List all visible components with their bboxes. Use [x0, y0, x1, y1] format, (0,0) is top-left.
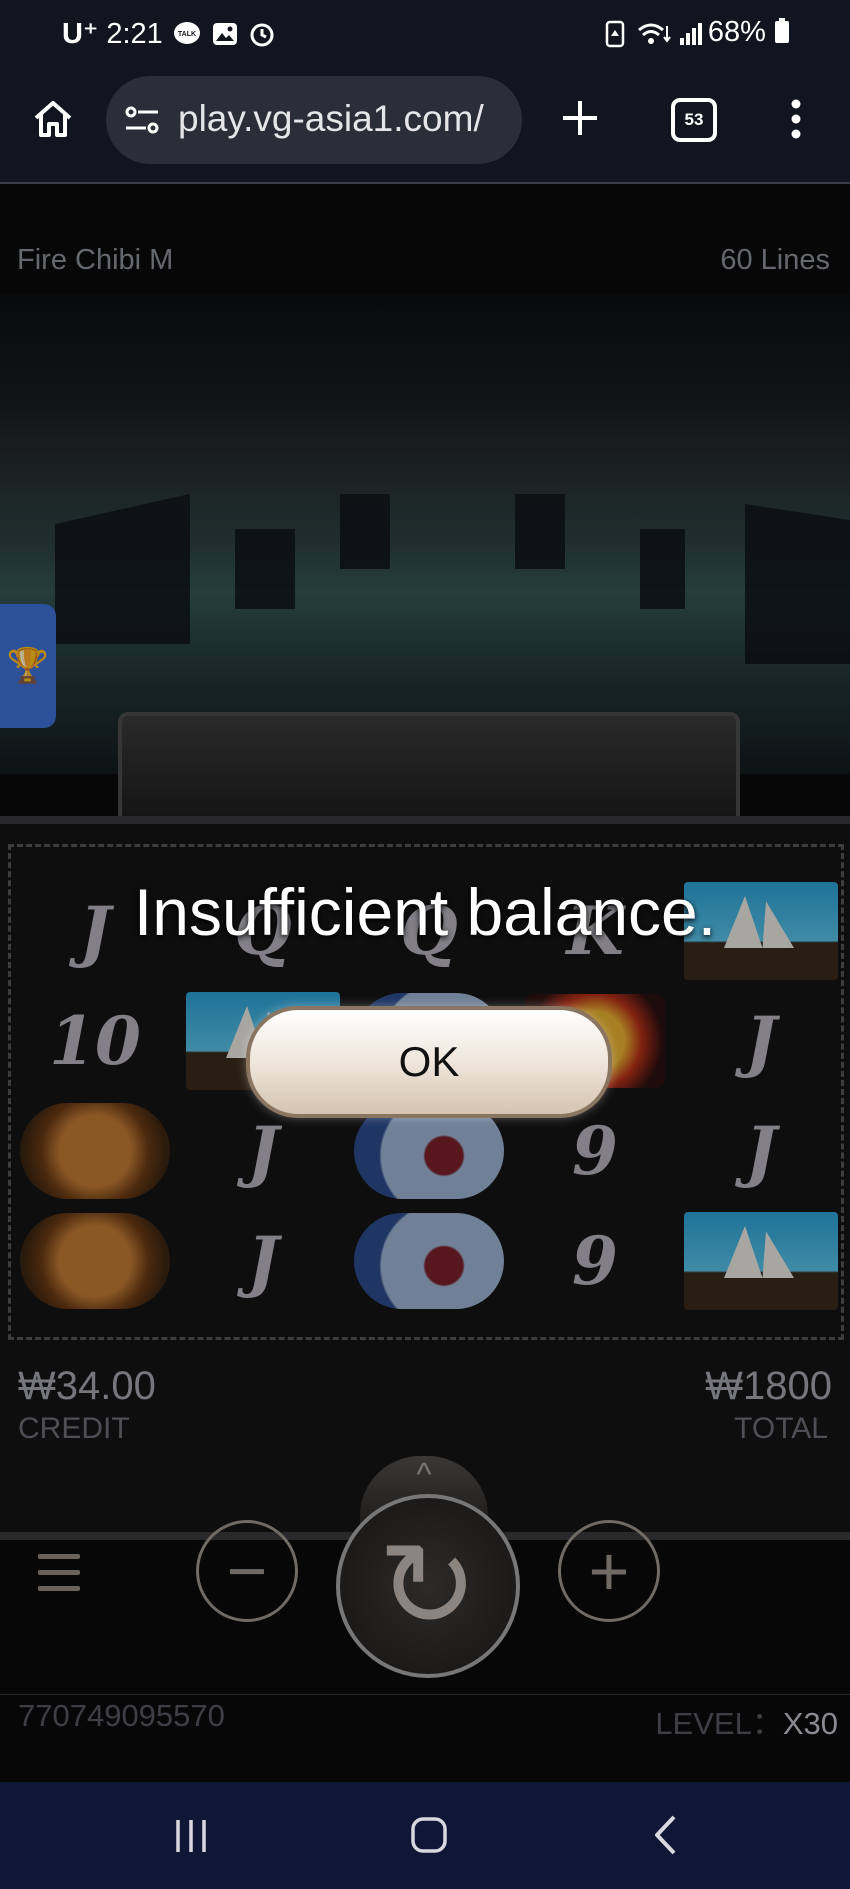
status-time-group: U⁺ 2:21	[62, 16, 163, 51]
credit-label: CREDIT	[18, 1412, 130, 1445]
wifi-icon	[638, 23, 671, 44]
game-round-id: 770749095570	[18, 1698, 225, 1733]
site-settings-icon[interactable]	[124, 104, 160, 136]
system-navigation-bar	[0, 1782, 850, 1889]
insufficient-balance-message: Insufficient balance.	[133, 875, 717, 949]
address-bar[interactable]: play.vg-asia1.com/	[106, 76, 522, 164]
data-saver-icon	[605, 20, 625, 48]
new-tab-icon[interactable]	[560, 98, 600, 138]
level-indicator: LEVEL：X30	[655, 1698, 838, 1743]
level-label: LEVEL：	[655, 1706, 783, 1741]
game-canvas: Fire Chibi M 60 Lines 🏆 J 10 Q J J Q K 9 9 J J Ins…	[0, 184, 850, 1782]
battery-icon	[775, 18, 789, 43]
status-bar: U⁺ 2:21 TALK 68%	[0, 0, 850, 70]
tab-switcher-button[interactable]: 53	[671, 98, 717, 142]
recent-apps-icon[interactable]	[172, 1818, 210, 1854]
battery-group: 68%	[708, 16, 790, 49]
carrier-label: U⁺	[62, 18, 99, 50]
talk-notification-icon: TALK	[174, 22, 200, 44]
game-menu-icon[interactable]	[38, 1554, 80, 1594]
home-nav-icon[interactable]	[410, 1816, 448, 1854]
url-text: play.vg-asia1.com/	[178, 98, 484, 139]
battery-percent: 68%	[707, 16, 766, 48]
back-icon[interactable]	[652, 1814, 678, 1856]
browser-toolbar: play.vg-asia1.com/ 53	[0, 70, 850, 184]
svg-text:TALK: TALK	[178, 31, 196, 38]
total-label: TOTAL	[734, 1412, 828, 1445]
ok-button[interactable]: OK	[246, 1006, 612, 1118]
increase-bet-button[interactable]: +	[558, 1520, 660, 1622]
status-time: 2:21	[106, 18, 163, 50]
total-value: ₩1800	[705, 1364, 832, 1408]
more-menu-icon[interactable]	[786, 98, 806, 140]
credit-value: ₩34.00	[18, 1364, 156, 1408]
footer-divider	[0, 1694, 850, 1695]
gallery-notification-icon	[213, 23, 237, 45]
signal-icon	[680, 23, 702, 45]
home-icon[interactable]	[32, 98, 74, 140]
alarm-icon	[250, 23, 274, 47]
level-value: X30	[782, 1706, 838, 1741]
spin-button[interactable]: ↻	[336, 1494, 520, 1678]
decrease-bet-button[interactable]: −	[196, 1520, 298, 1622]
